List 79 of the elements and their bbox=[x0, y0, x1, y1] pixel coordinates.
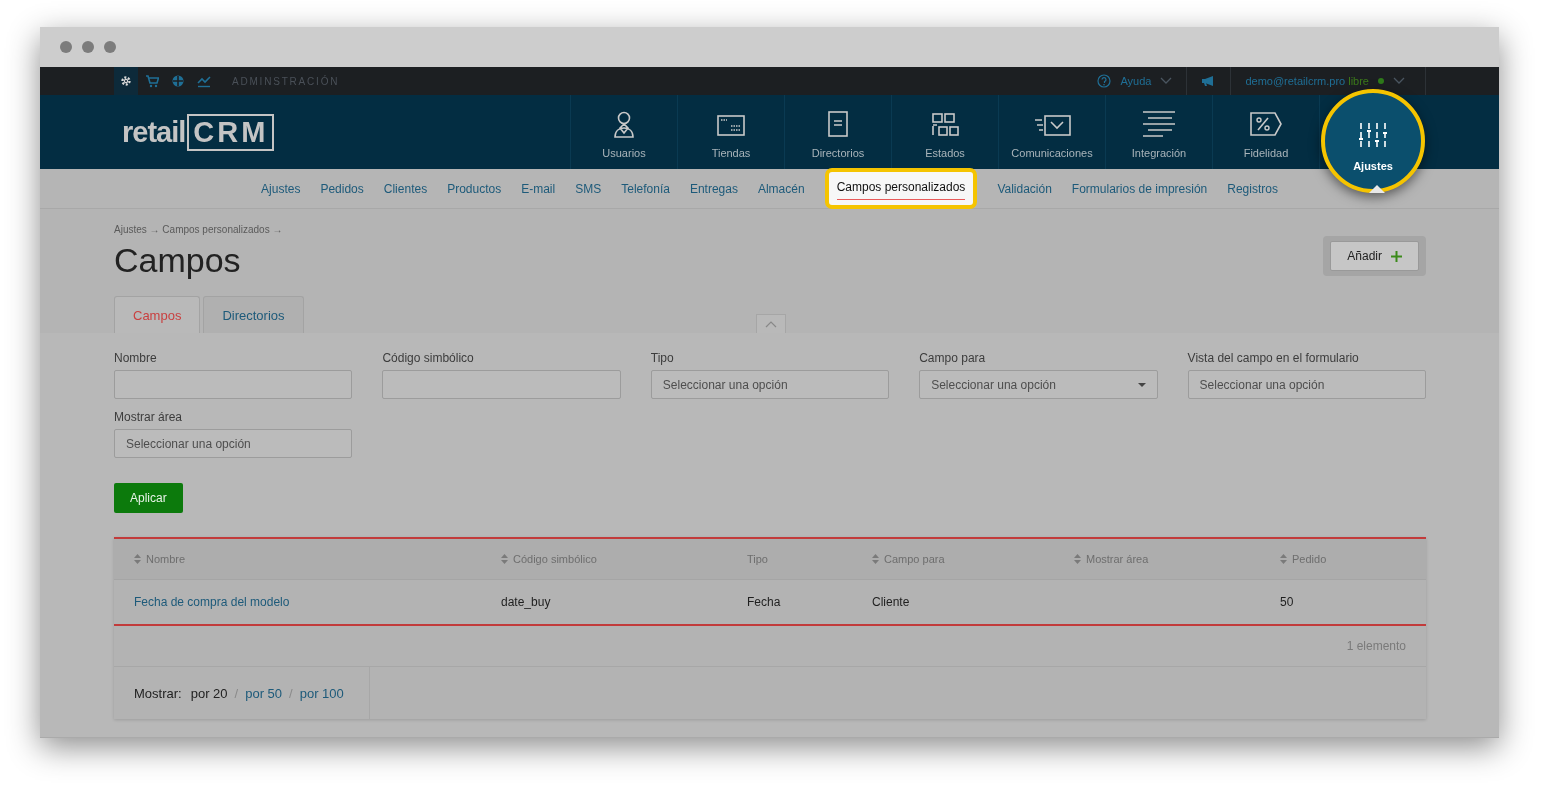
page-size-link[interactable]: por 100 bbox=[299, 685, 344, 701]
table-cell-text: date_buy bbox=[501, 595, 552, 609]
settings-button[interactable] bbox=[114, 67, 138, 95]
nav-tab[interactable]: Directorios bbox=[785, 95, 891, 169]
item-count: 1 elemento bbox=[1346, 639, 1406, 653]
envelope-icon bbox=[1033, 113, 1071, 138]
table-cell-text: Fecha bbox=[747, 595, 782, 609]
column-header[interactable]: Campo para bbox=[872, 553, 1074, 565]
chevron-up-icon bbox=[765, 320, 777, 328]
subnav-link[interactable]: Almacén bbox=[757, 181, 805, 196]
window-control-dot[interactable] bbox=[60, 41, 72, 53]
window-control-dot[interactable] bbox=[104, 41, 116, 53]
tab[interactable]: Directorios bbox=[203, 296, 304, 333]
crosshair-icon bbox=[171, 74, 185, 88]
percent-tag-icon bbox=[1250, 110, 1282, 138]
nav-tab[interactable]: Tiendas bbox=[678, 95, 784, 169]
chart-icon bbox=[197, 74, 211, 88]
chevron-down-icon bbox=[1160, 77, 1173, 85]
column-header[interactable]: Nombre bbox=[134, 553, 501, 565]
table-cell-text: 50 bbox=[1280, 595, 1295, 609]
subnav-link[interactable]: Campos personalizados bbox=[824, 168, 978, 209]
table-cell-text: Cliente bbox=[872, 595, 911, 609]
field-label: Vista del campo en el formulario bbox=[1187, 351, 1360, 365]
field-label: Tipo bbox=[650, 351, 675, 365]
pagination-label: Mostrar: bbox=[134, 685, 182, 701]
page-title: Campos bbox=[114, 241, 242, 280]
subnav-link[interactable]: Productos bbox=[447, 181, 502, 196]
cart-icon bbox=[145, 74, 159, 88]
field-label: Mostrar área bbox=[114, 410, 184, 424]
column-header[interactable]: Mostrar área bbox=[1074, 553, 1280, 565]
nav-tab[interactable]: Fidelidad bbox=[1213, 95, 1319, 169]
subnav-link[interactable]: Pedidos bbox=[320, 181, 364, 196]
caret-down-icon bbox=[1137, 382, 1146, 387]
dropdown-field[interactable]: Seleccionar una opción bbox=[919, 370, 1158, 399]
add-button[interactable]: Añadir bbox=[1330, 241, 1419, 271]
lines-icon bbox=[1142, 108, 1176, 138]
separator: / bbox=[234, 685, 239, 701]
plus-icon bbox=[1391, 250, 1402, 262]
separator: / bbox=[289, 685, 293, 701]
subnav-link[interactable]: Telefonía bbox=[621, 181, 670, 196]
field-label: Código simbólico bbox=[382, 351, 475, 365]
grid-icon bbox=[931, 112, 959, 138]
subnav-link[interactable]: Clientes bbox=[383, 181, 428, 196]
page-size-link[interactable]: por 20 bbox=[190, 685, 228, 701]
breadcrumb: Ajustes → Campos personalizados → bbox=[114, 224, 283, 235]
column-header[interactable]: Código simbólico bbox=[501, 553, 747, 565]
subnav-link[interactable]: Formularios de impresión bbox=[1071, 181, 1208, 196]
nav-tab[interactable]: Usuarios bbox=[571, 95, 677, 169]
logo-text: retail bbox=[122, 115, 186, 149]
subnav-link[interactable]: SMS bbox=[575, 181, 602, 196]
nav-tab[interactable]: Integración bbox=[1106, 95, 1212, 169]
logo-text: CRM bbox=[187, 113, 275, 151]
nav-tab[interactable]: Estados bbox=[892, 95, 998, 169]
field-label: Campo para bbox=[919, 351, 987, 365]
tab[interactable]: Campos bbox=[114, 296, 201, 333]
status-dot bbox=[1378, 78, 1384, 84]
page-size-link[interactable]: por 50 bbox=[245, 685, 283, 701]
window-icon bbox=[717, 112, 745, 138]
help-icon bbox=[1097, 74, 1112, 88]
select-field[interactable]: Seleccionar una opción bbox=[1187, 370, 1426, 399]
field-label: Nombre bbox=[114, 351, 158, 365]
column-header[interactable]: Pedido bbox=[1280, 553, 1426, 565]
column-header[interactable]: Tipo bbox=[747, 553, 872, 565]
subnav-link[interactable]: Ajustes bbox=[261, 181, 301, 196]
subnav-link[interactable]: Validación bbox=[997, 181, 1052, 196]
select-field[interactable]: Seleccionar una opción bbox=[114, 429, 353, 458]
subnav-link[interactable]: Entregas bbox=[689, 181, 738, 196]
subnav-link[interactable]: Registros bbox=[1227, 181, 1278, 196]
select-field[interactable]: Seleccionar una opción bbox=[650, 370, 890, 399]
chevron-down-icon bbox=[1393, 77, 1405, 85]
nav-tab[interactable]: Comunicaciones bbox=[999, 95, 1105, 169]
plan-label: libre bbox=[1348, 75, 1369, 87]
help-link[interactable]: Ayuda bbox=[1120, 75, 1152, 87]
settings-icon bbox=[119, 74, 133, 88]
window-control-dot[interactable] bbox=[82, 41, 94, 53]
subnav-link[interactable]: E-mail bbox=[521, 181, 556, 196]
apply-button[interactable]: Aplicar bbox=[114, 483, 183, 513]
table-link[interactable]: Fecha de compra del modelo bbox=[134, 595, 501, 609]
user-email-link[interactable]: demo@retailcrm.pro bbox=[1245, 75, 1346, 87]
